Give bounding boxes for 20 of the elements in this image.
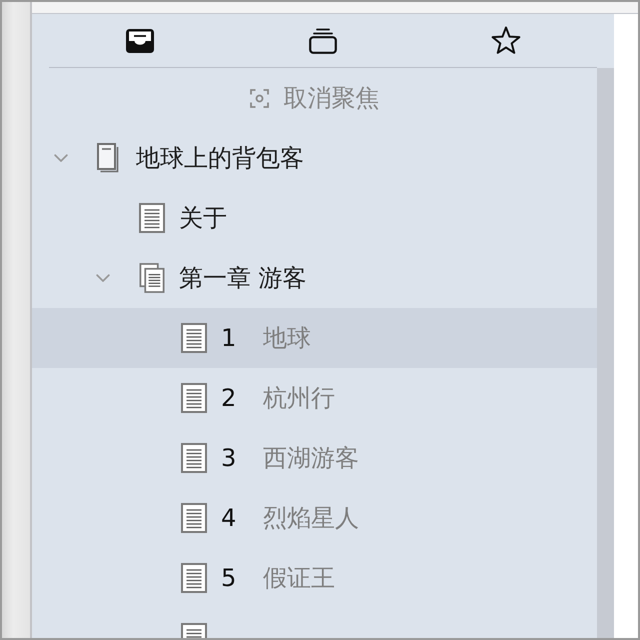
star-icon[interactable] <box>490 26 522 55</box>
tree-item[interactable]: 地球上的背包客 <box>32 128 597 188</box>
document-icon <box>181 503 207 533</box>
tree-item[interactable]: 5 假证王 <box>32 548 597 608</box>
tree-item[interactable]: 第一章 游客 <box>32 248 597 308</box>
tree-item[interactable]: 4 烈焰星人 <box>32 488 597 548</box>
tree-item[interactable]: 2 杭州行 <box>32 368 597 428</box>
viewfinder-icon <box>250 88 268 108</box>
tree-item[interactable]: 1 地球 <box>32 308 597 368</box>
document-icon <box>181 563 207 593</box>
tree-item[interactable]: 关于 <box>32 188 597 248</box>
document-icon <box>181 323 207 353</box>
tray-icon[interactable] <box>125 28 156 54</box>
document-icon <box>181 383 207 413</box>
tree-item[interactable]: 3 西湖游客 <box>32 428 597 488</box>
stacked-documents-icon <box>139 263 165 293</box>
stack-icon[interactable] <box>309 28 337 54</box>
document-icon <box>139 203 165 233</box>
document-icon <box>181 443 207 473</box>
book-icon <box>97 143 119 173</box>
